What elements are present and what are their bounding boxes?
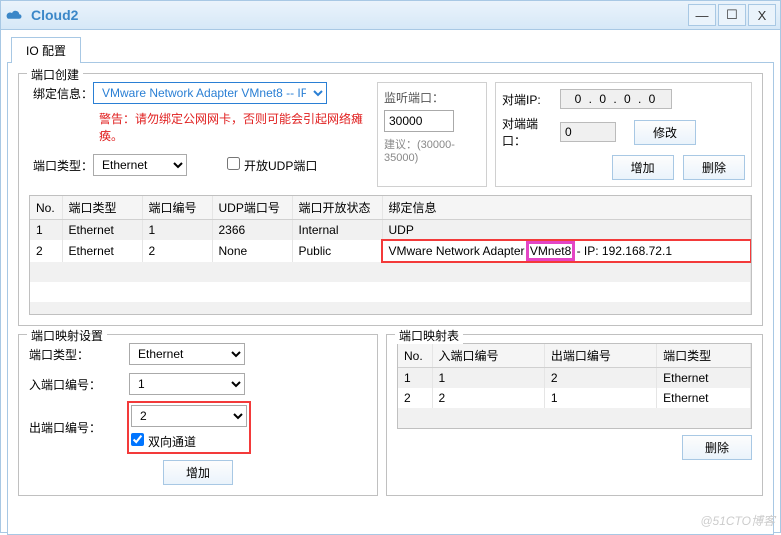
bind-label: 绑定信息： xyxy=(29,85,93,102)
bidir-label: 双向通道 xyxy=(148,435,196,449)
open-udp-checkbox[interactable] xyxy=(227,157,240,170)
peer-ip-label: 对端IP: xyxy=(502,91,560,108)
close-button[interactable]: X xyxy=(748,4,776,26)
port-type-label: 端口类型： xyxy=(29,157,93,174)
table-row[interactable]: 112Ethernet xyxy=(398,368,751,389)
delete-button[interactable]: 删除 xyxy=(683,155,745,180)
window-controls: — ☐ X xyxy=(686,4,776,26)
peer-ip-input[interactable]: 0 . 0 . 0 . 0 xyxy=(560,89,672,109)
add-button[interactable]: 增加 xyxy=(612,155,674,180)
port-create-fieldset: 端口创建 绑定信息： VMware Network Adapter VMnet8… xyxy=(18,73,763,326)
table-header-row: No.入端口编号出端口编号端口类型 xyxy=(398,344,751,368)
out-port-highlight: 2 双向通道 xyxy=(129,403,249,452)
bind-cell-highlighted: VMware Network Adapter VMnet8 - IP: 192.… xyxy=(382,240,751,262)
modify-button[interactable]: 修改 xyxy=(634,120,696,145)
map-add-button[interactable]: 增加 xyxy=(163,460,233,485)
watermark: @51CTO博客 xyxy=(700,512,775,529)
out-port-label: 出端口编号： xyxy=(29,419,129,436)
port-table: No. 端口类型 端口编号 UDP端口号 端口开放状态 绑定信息 1Ethern… xyxy=(29,195,752,315)
table-header-row: No. 端口类型 端口编号 UDP端口号 端口开放状态 绑定信息 xyxy=(30,196,751,220)
out-port-select[interactable]: 2 xyxy=(131,405,247,427)
peer-port-label: 对端端口： xyxy=(502,115,560,149)
titlebar: Cloud2 — ☐ X xyxy=(0,0,781,30)
maximize-button[interactable]: ☐ xyxy=(718,4,746,26)
cloud-icon xyxy=(5,8,23,22)
vmnet-highlight: VMnet8 xyxy=(528,243,573,259)
tab-io-config[interactable]: IO 配置 xyxy=(11,37,81,63)
window-title: Cloud2 xyxy=(31,7,78,23)
listen-label: 监听端口： xyxy=(384,89,480,106)
warn-text: 警告：请勿绑定公网网卡，否则可能会引起网络瘫痪。 xyxy=(99,110,369,144)
listen-suggest: 建议：(30000-35000) xyxy=(384,136,480,164)
bidir-checkbox[interactable] xyxy=(131,433,144,446)
map-type-select[interactable]: Ethernet xyxy=(129,343,245,365)
map-table: No.入端口编号出端口编号端口类型 112Ethernet 221Etherne… xyxy=(397,343,752,429)
map-set-legend: 端口映射设置 xyxy=(27,327,107,344)
map-type-label: 端口类型： xyxy=(29,346,129,363)
map-delete-button[interactable]: 删除 xyxy=(682,435,752,460)
open-udp-label: 开放UDP端口 xyxy=(244,159,317,173)
port-create-legend: 端口创建 xyxy=(27,66,83,83)
bind-select[interactable]: VMware Network Adapter VMnet8 -- IP: 192… xyxy=(93,82,327,104)
port-type-select[interactable]: Ethernet xyxy=(93,154,187,176)
listen-group: 监听端口： 建议：(30000-35000) xyxy=(377,82,487,187)
table-row[interactable]: 221Ethernet xyxy=(398,388,751,408)
in-port-select[interactable]: 1 xyxy=(129,373,245,395)
map-table-legend: 端口映射表 xyxy=(395,327,463,344)
in-port-label: 入端口编号： xyxy=(29,376,129,393)
table-row[interactable]: 2Ethernet2NonePublic VMware Network Adap… xyxy=(30,240,751,262)
listen-port-input[interactable] xyxy=(384,110,454,132)
peer-port-input[interactable] xyxy=(560,122,616,142)
peer-group: 对端IP: 0 . 0 . 0 . 0 对端端口： 修改 增加 删除 xyxy=(495,82,752,187)
port-map-table-fieldset: 端口映射表 No.入端口编号出端口编号端口类型 112Ethernet 221E… xyxy=(386,334,763,496)
minimize-button[interactable]: — xyxy=(688,4,716,26)
table-row[interactable]: 1Ethernet12366InternalUDP xyxy=(30,220,751,241)
port-map-settings-fieldset: 端口映射设置 端口类型： Ethernet 入端口编号： 1 出端口编号： 2 … xyxy=(18,334,378,496)
